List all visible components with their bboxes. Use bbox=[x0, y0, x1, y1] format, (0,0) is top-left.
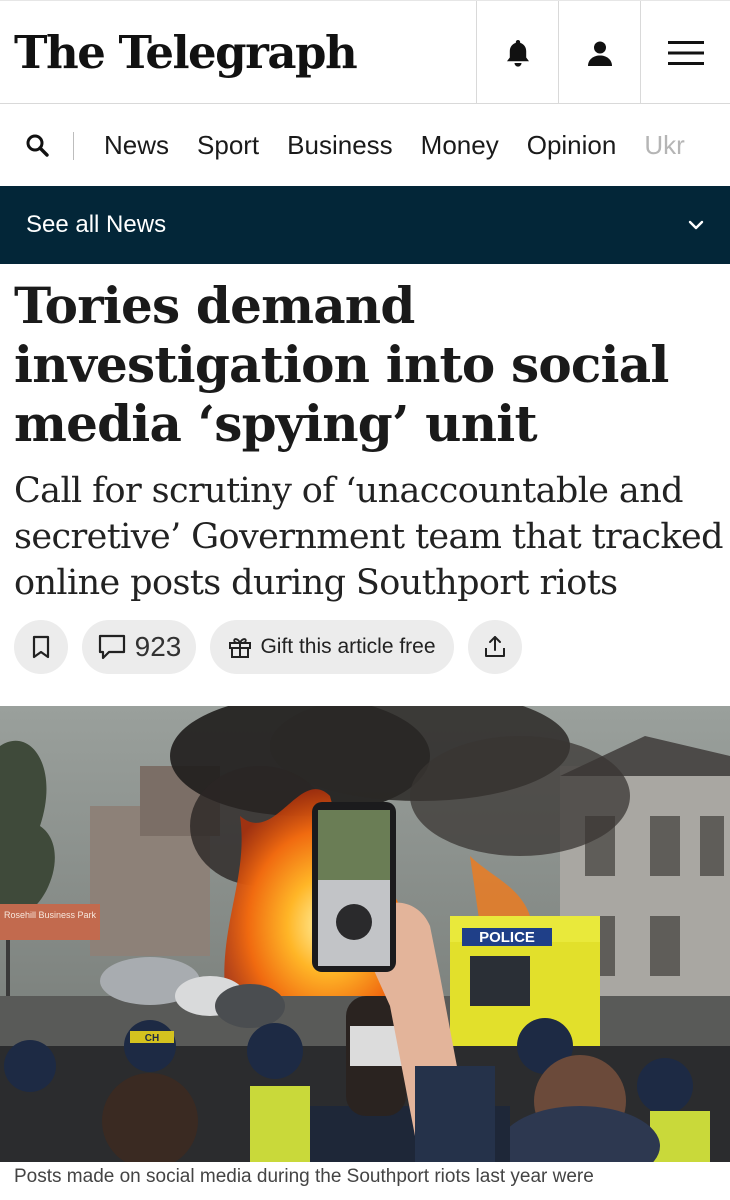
nav-item-news[interactable]: News bbox=[104, 130, 169, 161]
nav-item-ukraine[interactable]: Ukr bbox=[644, 130, 684, 161]
article-image: Rosehill Business Park POLICE CH bbox=[0, 706, 730, 1162]
chevron-down-icon bbox=[688, 220, 704, 230]
share-icon bbox=[485, 636, 505, 657]
share-button[interactable] bbox=[468, 620, 522, 674]
gift-label: Gift this article free bbox=[260, 635, 436, 658]
section-dropdown-label: See all News bbox=[26, 211, 167, 238]
search-icon bbox=[26, 134, 49, 157]
section-dropdown[interactable]: See all News bbox=[0, 186, 730, 264]
notifications-button[interactable] bbox=[476, 1, 558, 104]
image-caption: Posts made on social media during the So… bbox=[14, 1166, 594, 1187]
site-header: The Telegraph bbox=[0, 0, 730, 104]
nav-item-sport[interactable]: Sport bbox=[197, 130, 259, 161]
comments-button[interactable]: 923 bbox=[82, 620, 196, 674]
save-button[interactable] bbox=[14, 620, 68, 674]
sign-text: Rosehill Business Park bbox=[4, 910, 97, 920]
comment-icon bbox=[98, 634, 125, 660]
masthead[interactable]: The Telegraph bbox=[0, 1, 476, 103]
bell-icon bbox=[506, 39, 529, 67]
nav-item-money[interactable]: Money bbox=[421, 130, 499, 161]
section-nav: News Sport Business Money Opinion Ukr bbox=[0, 104, 730, 186]
menu-icon bbox=[667, 40, 704, 65]
gift-article-button[interactable]: Gift this article free bbox=[210, 620, 454, 674]
article-standfirst: Call for scrutiny of ‘unaccountable and … bbox=[14, 471, 724, 603]
bookmark-icon bbox=[32, 635, 50, 659]
site-logo[interactable]: The Telegraph bbox=[14, 26, 358, 79]
van-text: POLICE bbox=[479, 929, 535, 946]
search-button[interactable] bbox=[0, 104, 74, 186]
nav-item-business[interactable]: Business bbox=[287, 130, 393, 161]
riot-photo: Rosehill Business Park POLICE CH bbox=[0, 706, 730, 1162]
account-button[interactable] bbox=[558, 1, 640, 104]
viewport-edge bbox=[0, 1186, 730, 1200]
nav-item-opinion[interactable]: Opinion bbox=[527, 130, 617, 161]
account-icon bbox=[587, 41, 612, 66]
comment-count: 923 bbox=[134, 631, 182, 662]
article-headline: Tories demand investigation into social … bbox=[14, 276, 669, 453]
gift-icon bbox=[229, 638, 252, 658]
article-actions: 923 Gift this article free bbox=[14, 620, 536, 674]
menu-button[interactable] bbox=[640, 1, 730, 104]
helmet-text: CH bbox=[145, 1033, 159, 1044]
